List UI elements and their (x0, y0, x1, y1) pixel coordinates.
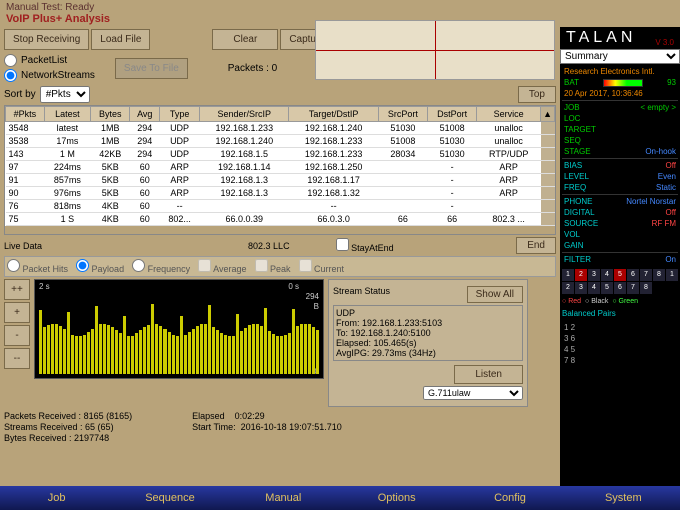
pair-grid: 1234567812345678 (560, 267, 680, 296)
sort-label: Sort by (4, 89, 36, 100)
col-header[interactable]: #Pkts (6, 107, 45, 122)
summary-select[interactable]: Summary (560, 49, 680, 64)
stay-label: StayAtEnd (351, 243, 394, 253)
footer-job[interactable]: Job (0, 486, 113, 510)
top-button[interactable]: Top (518, 86, 556, 103)
col-header[interactable]: Type (160, 107, 200, 122)
zoom-out-fast-button[interactable]: -- (4, 348, 30, 369)
frequency-radio[interactable] (132, 259, 145, 272)
table-row[interactable]: 97224ms5KB60ARP192.168.1.14192.168.1.250… (6, 161, 555, 174)
save-to-file-button: Save To File (115, 58, 188, 79)
stay-at-end-checkbox[interactable] (336, 238, 349, 251)
sort-select[interactable]: #Pkts (40, 86, 90, 103)
networkstreams-radio[interactable] (4, 69, 17, 82)
balanced-pairs-list: 1 23 64 57 8 (560, 320, 680, 368)
table-row[interactable]: 76818ms4KB60----- (6, 200, 555, 213)
peak-checkbox (255, 259, 268, 272)
status-panel: Research Electronics Intl. BAT93 20 Apr … (560, 64, 680, 267)
streams-table[interactable]: #PktsLatestBytesAvgTypeSender/SrcIPTarge… (4, 105, 556, 235)
show-all-button[interactable]: Show All (467, 286, 523, 303)
zoom-in-fast-button[interactable]: ++ (4, 279, 30, 300)
page-title: VoIP Plus+ Analysis (6, 13, 110, 25)
col-header[interactable]: Avg (130, 107, 160, 122)
listen-button[interactable]: Listen (454, 365, 523, 384)
zoom-in-button[interactable]: + (4, 302, 30, 323)
average-checkbox (198, 259, 211, 272)
table-row[interactable]: 353817ms1MB294UDP192.168.1.240192.168.1.… (6, 135, 555, 148)
packets-label: Packets : (228, 63, 269, 74)
col-header[interactable]: Service (477, 107, 541, 122)
networkstreams-label: NetworkStreams (21, 70, 95, 81)
col-header[interactable]: Latest (44, 107, 90, 122)
packetlist-radio[interactable] (4, 54, 17, 67)
end-button[interactable]: End (516, 237, 556, 254)
col-header[interactable]: Target/DstIP (289, 107, 378, 122)
col-header[interactable]: SrcPort (378, 107, 427, 122)
payload-chart: 2 s 0 s 294 B 0 (34, 279, 324, 379)
waveform-scope (315, 20, 555, 80)
footer-nav: JobSequenceManualOptionsConfigSystem (0, 486, 680, 510)
zoom-out-button[interactable]: - (4, 325, 30, 346)
footer-config[interactable]: Config (453, 486, 566, 510)
col-header[interactable]: Sender/SrcIP (200, 107, 289, 122)
table-row[interactable]: 91857ms5KB60ARP192.168.1.3192.168.1.17-A… (6, 174, 555, 187)
table-row[interactable]: 90976ms5KB60ARP192.168.1.3192.168.1.32-A… (6, 187, 555, 200)
codec-select[interactable]: G.711ulaw (423, 386, 523, 400)
col-header[interactable]: DstPort (428, 107, 477, 122)
table-row[interactable]: 3548latest1MB294UDP192.168.1.233192.168.… (6, 122, 555, 135)
balanced-pairs-label: Balanced Pairs (560, 307, 680, 320)
clear-button[interactable]: Clear (212, 29, 278, 50)
col-header[interactable]: Bytes (91, 107, 130, 122)
stop-receiving-button[interactable]: Stop Receiving (4, 29, 89, 50)
pair-legend: Red Black Green (560, 296, 680, 307)
llc-label: 802.3 LLC (248, 241, 290, 251)
footer-system[interactable]: System (567, 486, 680, 510)
table-row[interactable]: 1431 M42KB294UDP192.168.1.5192.168.1.233… (6, 148, 555, 161)
packet-hits-radio[interactable] (7, 259, 20, 272)
stream-status-panel: Stream StatusShow All UDP From: 192.168.… (328, 279, 528, 407)
logo: TALANV 3.0 (560, 27, 680, 49)
packetlist-label: PacketList (21, 55, 67, 66)
live-data-label: Live Data (4, 241, 42, 251)
scrollbar[interactable]: ▲ (541, 107, 555, 122)
footer-manual[interactable]: Manual (227, 486, 340, 510)
footer-options[interactable]: Options (340, 486, 453, 510)
load-file-button[interactable]: Load File (91, 29, 150, 50)
table-row[interactable]: 751 S4KB60802...66.0.0.3966.0.3.06666802… (6, 213, 555, 226)
packets-count: 0 (272, 63, 278, 74)
footer-sequence[interactable]: Sequence (113, 486, 226, 510)
status-text: Manual Test: Ready (6, 2, 110, 13)
current-checkbox (299, 259, 312, 272)
payload-radio[interactable] (76, 259, 89, 272)
